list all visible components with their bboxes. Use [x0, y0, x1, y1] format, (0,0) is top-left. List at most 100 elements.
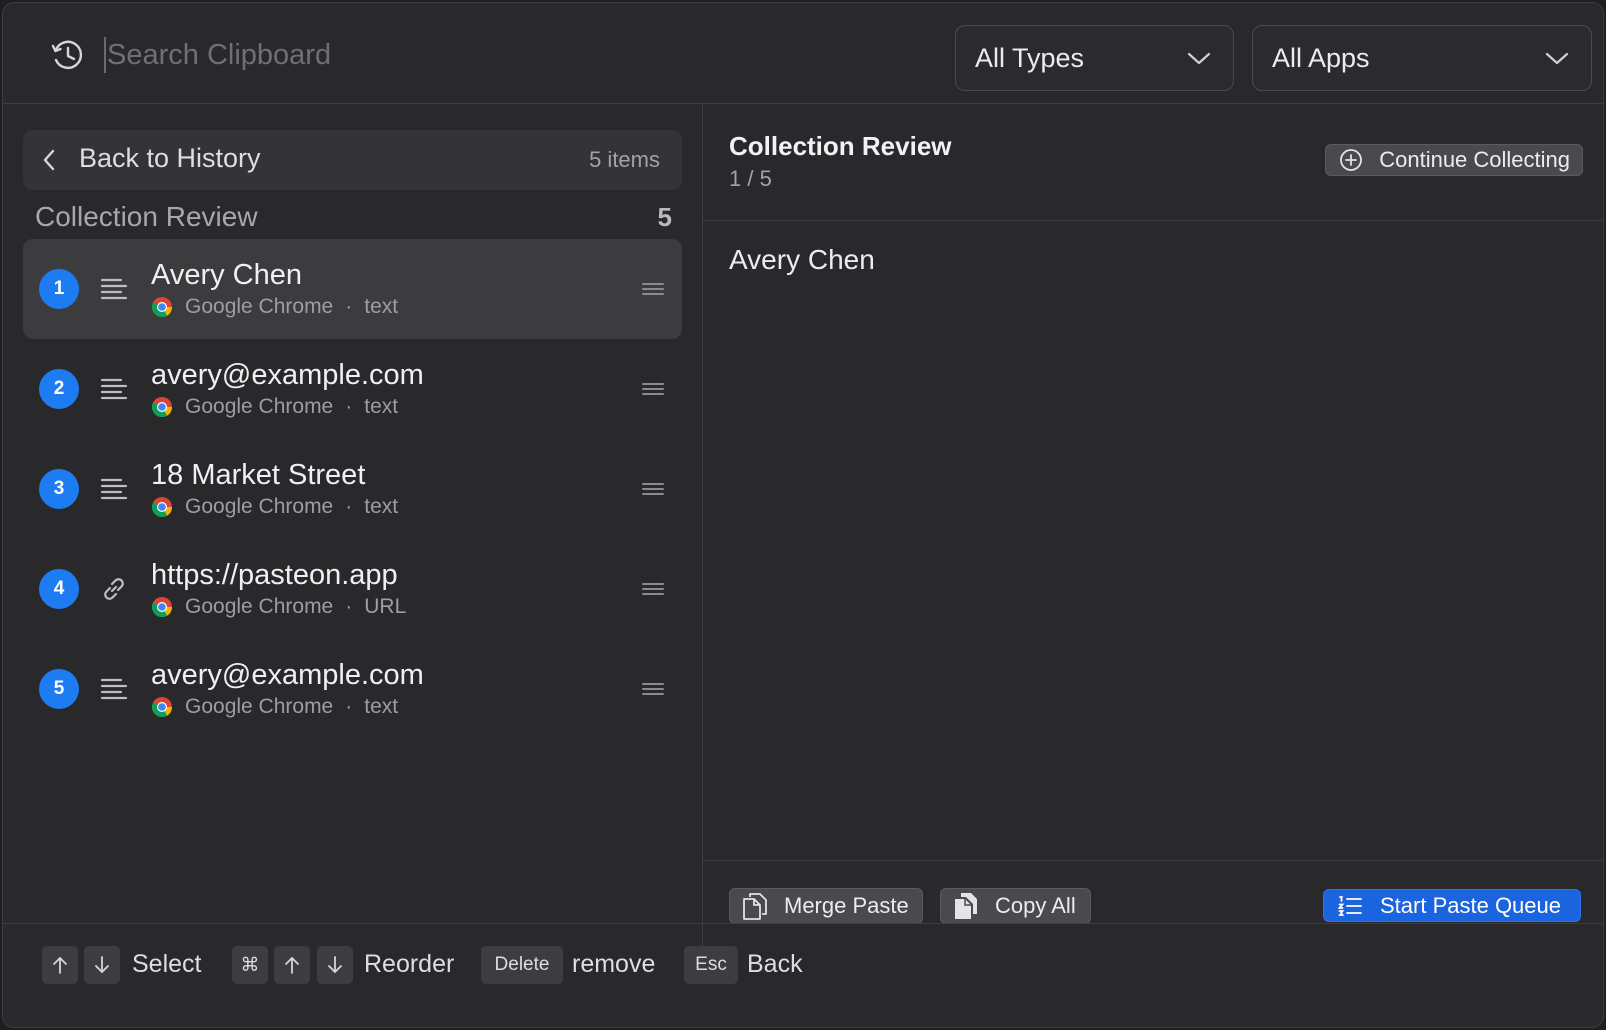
copy-documents-icon	[955, 893, 977, 919]
continue-collecting-button[interactable]: Continue Collecting	[1325, 144, 1583, 176]
item-app: Google Chrome	[185, 395, 334, 418]
meta-separator: ·	[345, 295, 353, 318]
merge-documents-icon	[743, 893, 767, 920]
item-meta: Google Chrome · text	[151, 495, 398, 519]
arrow-down-key	[317, 946, 353, 984]
meta-separator: ·	[345, 495, 353, 518]
type-filter-value: All Types	[975, 42, 1085, 73]
preview-title: Collection Review	[729, 131, 952, 161]
list-item[interactable]: 2 avery@example.com Google Chrome · text	[23, 339, 682, 439]
clipboard-window: All Types All Apps Back to History 5 ite…	[2, 2, 1604, 1028]
back-to-history-label: Back to History	[79, 143, 261, 173]
list-item[interactable]: 1 Avery Chen Google Chrome · text	[23, 239, 682, 339]
remove-hint: remove	[572, 950, 656, 978]
list-item[interactable]: 5 avery@example.com Google Chrome · text	[23, 639, 682, 739]
preview-content: Avery Chen	[729, 244, 875, 275]
google-chrome-icon	[151, 597, 173, 618]
plus-circle-icon	[1340, 149, 1363, 171]
history-icon[interactable]	[49, 37, 85, 73]
list-item[interactable]: 3 18 Market Street Google Chrome · text	[23, 439, 682, 539]
list-item[interactable]: 4 https://pasteon.app Google Chrome · UR…	[23, 539, 682, 639]
drag-handle-icon[interactable]	[642, 281, 664, 297]
item-title: avery@example.com	[151, 659, 424, 691]
drag-handle-icon[interactable]	[642, 581, 664, 597]
item-app: Google Chrome	[185, 295, 334, 318]
section-count: 5	[657, 202, 672, 232]
item-meta: Google Chrome · text	[151, 695, 398, 719]
select-hint: Select	[132, 950, 202, 978]
google-chrome-icon	[151, 297, 173, 318]
start-paste-queue-button[interactable]: Start Paste Queue	[1323, 889, 1581, 922]
keyboard-hints-bar: Select ⌘ Reorder Delete remove Esc Back	[3, 923, 1603, 1027]
arrow-down-icon	[328, 956, 342, 973]
merge-paste-label: Merge Paste	[784, 893, 909, 918]
item-title: avery@example.com	[151, 359, 424, 391]
drag-handle-icon[interactable]	[642, 381, 664, 397]
item-title: https://pasteon.app	[151, 559, 398, 591]
items-count: 5 items	[589, 147, 660, 172]
arrow-up-key	[42, 946, 78, 984]
item-title: Avery Chen	[151, 259, 302, 291]
item-index-badge: 3	[39, 469, 79, 509]
continue-collecting-label: Continue Collecting	[1379, 147, 1570, 172]
google-chrome-icon	[151, 497, 173, 518]
meta-separator: ·	[345, 395, 353, 418]
escape-key: Esc	[684, 946, 738, 984]
drag-handle-icon[interactable]	[642, 681, 664, 697]
item-index-badge: 1	[39, 269, 79, 309]
reorder-hint: Reorder	[364, 950, 455, 978]
arrow-down-icon	[95, 956, 109, 973]
meta-separator: ·	[345, 695, 353, 718]
item-meta: Google Chrome · text	[151, 395, 398, 419]
drag-handle-icon[interactable]	[642, 481, 664, 497]
back-hint: Back	[747, 950, 803, 978]
back-to-history-button[interactable]: Back to History 5 items	[23, 130, 682, 190]
arrow-up-icon	[53, 957, 67, 974]
chevron-down-icon	[1187, 52, 1211, 65]
copy-all-label: Copy All	[995, 893, 1076, 918]
link-icon	[104, 578, 124, 600]
chevron-down-icon	[1545, 52, 1569, 65]
arrow-up-icon	[285, 957, 299, 974]
item-kind: text	[364, 395, 399, 418]
arrow-up-key	[274, 946, 310, 984]
command-key: ⌘	[232, 946, 268, 984]
search-input[interactable]	[107, 31, 887, 79]
text-lines-icon	[100, 378, 128, 400]
collection-list-panel: Back to History 5 items Collection Revie…	[3, 104, 703, 949]
merge-paste-button[interactable]: Merge Paste	[729, 888, 923, 924]
item-index-badge: 4	[39, 569, 79, 609]
section-title: Collection Review	[35, 201, 258, 232]
text-lines-icon	[100, 678, 128, 700]
chevron-left-icon	[43, 149, 55, 171]
delete-key: Delete	[481, 946, 563, 984]
preview-panel: Collection Review 1 / 5 Continue Collect…	[703, 104, 1603, 949]
item-app: Google Chrome	[185, 495, 334, 518]
app-filter-select[interactable]: All Apps	[1252, 25, 1592, 91]
item-app: Google Chrome	[185, 595, 334, 618]
divider	[703, 220, 1603, 221]
item-index-badge: 5	[39, 669, 79, 709]
arrow-down-key	[84, 946, 120, 984]
divider	[703, 860, 1603, 861]
item-title: 18 Market Street	[151, 459, 366, 491]
item-kind: URL	[364, 595, 407, 618]
item-index-badge: 2	[39, 369, 79, 409]
type-filter-select[interactable]: All Types	[955, 25, 1234, 91]
preview-position: 1 / 5	[729, 166, 772, 191]
item-kind: text	[364, 295, 399, 318]
app-filter-value: All Apps	[1272, 42, 1370, 73]
copy-all-button[interactable]: Copy All	[940, 888, 1091, 924]
item-kind: text	[364, 495, 399, 518]
text-cursor	[104, 37, 106, 73]
numbered-list-icon	[1338, 895, 1362, 916]
text-lines-icon	[100, 478, 128, 500]
item-meta: Google Chrome · URL	[151, 595, 406, 619]
meta-separator: ·	[345, 595, 353, 618]
start-paste-queue-label: Start Paste Queue	[1380, 892, 1561, 918]
text-lines-icon	[100, 278, 128, 300]
item-app: Google Chrome	[185, 695, 334, 718]
google-chrome-icon	[151, 697, 173, 718]
item-kind: text	[364, 695, 399, 718]
header: All Types All Apps	[3, 3, 1603, 104]
